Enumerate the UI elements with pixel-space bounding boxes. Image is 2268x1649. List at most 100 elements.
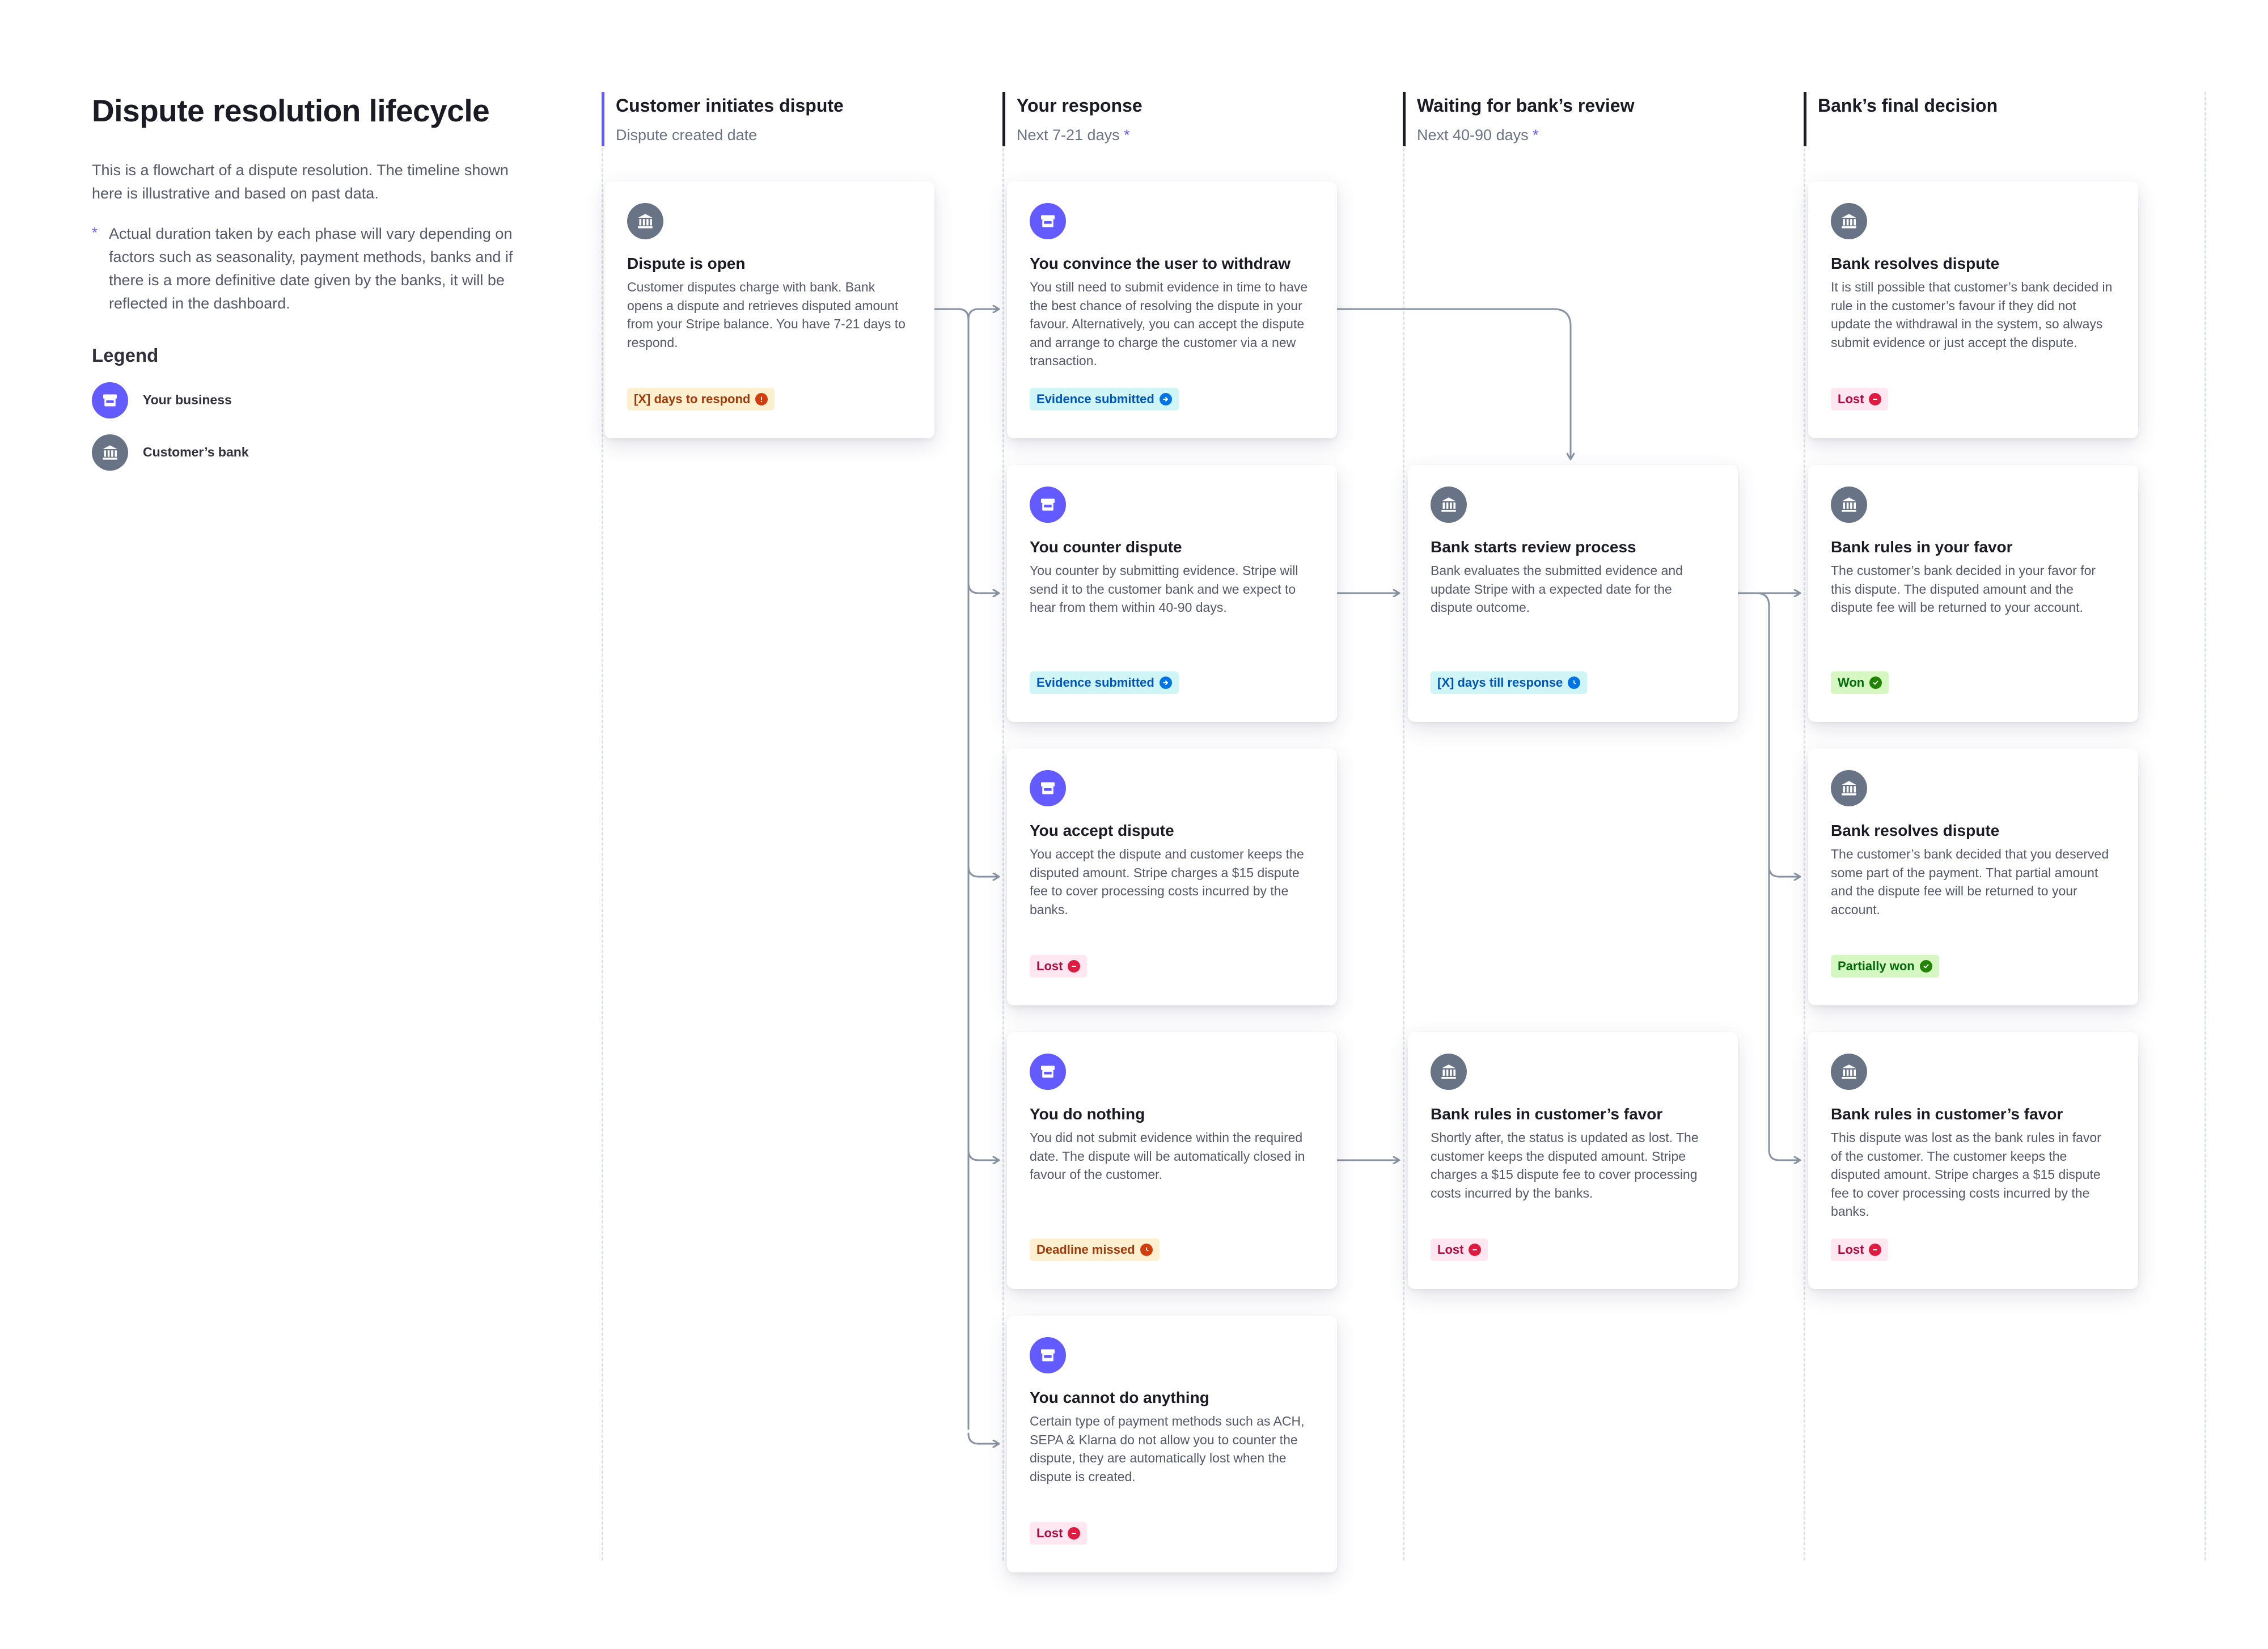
card-description: Bank evaluates the submitted evidence an…: [1431, 563, 1683, 615]
card-cannot-do-anything: You cannot do anything Certain type of p…: [1007, 1316, 1337, 1572]
column-subtitle: Next 7-21 days *: [1017, 126, 1130, 143]
connector: [967, 1149, 1000, 1160]
minus-icon: [1869, 1244, 1882, 1256]
bank-icon: [627, 203, 663, 239]
card-description: You accept the dispute and customer keep…: [1030, 847, 1304, 917]
clock-icon: [1568, 676, 1581, 689]
note-marker: *: [92, 223, 98, 241]
minus-icon: [1469, 1244, 1482, 1256]
store-icon: [1030, 770, 1066, 806]
card-title: Bank resolves dispute: [1831, 822, 2000, 839]
column-guide: [2204, 92, 2206, 1561]
status-badge: [X] days till response: [1431, 671, 1588, 694]
column-title: Customer initiates dispute: [616, 95, 844, 116]
column-header-decision: Bank’s final decision: [1804, 92, 1998, 146]
column-header-response: Your response Next 7-21 days *: [1002, 92, 1143, 146]
card-rules-customer-favor: Bank rules in customer’s favor Shortly a…: [1408, 1032, 1738, 1289]
connector: [1336, 308, 1571, 460]
connector: [967, 1432, 1000, 1444]
card-title: You accept dispute: [1030, 822, 1174, 839]
card-title: Bank resolves dispute: [1831, 255, 2000, 272]
store-icon: [1030, 1337, 1066, 1373]
connector: [1755, 592, 1801, 1160]
bank-icon: [1431, 1054, 1467, 1090]
column-subtitle: Next 40-90 days *: [1417, 126, 1539, 143]
bank-icon: [92, 434, 128, 471]
connector: [967, 582, 1000, 593]
store-icon: [92, 382, 128, 418]
connector: [957, 309, 1000, 320]
column-title: Your response: [1017, 95, 1143, 116]
alert-icon: [755, 393, 768, 405]
card-title: Bank starts review process: [1431, 538, 1636, 556]
card-description: Customer disputes charge with bank. Bank…: [627, 280, 905, 350]
legend-title: Legend: [92, 344, 159, 366]
column-guide: [1002, 92, 1004, 1561]
status-badge: Partially won: [1831, 955, 1939, 978]
arrow-right-icon: [1159, 676, 1172, 689]
column-title: Waiting for bank’s review: [1417, 95, 1635, 116]
column-subtitle: Dispute created date: [616, 126, 758, 143]
legend-label: Your business: [143, 392, 232, 407]
store-icon: [1030, 1054, 1066, 1090]
status-badge: Deadline missed: [1030, 1238, 1160, 1261]
card-dispute-open: Dispute is open Customer disputes charge…: [604, 181, 934, 438]
card-rules-customer-favor-final: Bank rules in customer’s favor This disp…: [1808, 1032, 2138, 1289]
status-badge: Lost: [1831, 388, 1889, 411]
card-review-process: Bank starts review process Bank evaluate…: [1408, 465, 1738, 722]
clock-icon: [1140, 1244, 1153, 1256]
timeline-marker: *: [1124, 126, 1130, 143]
card-description: This dispute was lost as the bank rules …: [1831, 1130, 2101, 1219]
legend-item-bank: Customer’s bank: [92, 434, 540, 471]
status-badge: [X] days to respond: [627, 388, 775, 411]
card-description: You did not submit evidence within the r…: [1030, 1130, 1305, 1182]
page-title: Dispute resolution lifecycle: [92, 93, 490, 128]
connector: [967, 865, 1000, 877]
card-resolves-dispute-lost: Bank resolves dispute It is still possib…: [1808, 181, 2138, 438]
card-accept-dispute: You accept dispute You accept the disput…: [1007, 749, 1337, 1005]
timeline-marker: *: [1533, 126, 1539, 143]
card-description: You counter by submitting evidence. Stri…: [1030, 563, 1298, 615]
check-icon: [1869, 676, 1882, 689]
intro-panel: Dispute resolution lifecycle This is a f…: [92, 94, 540, 471]
card-title: Bank rules in your favor: [1831, 538, 2013, 556]
column-header-review: Waiting for bank’s review Next 40-90 day…: [1403, 92, 1634, 146]
column-guide: [1804, 92, 1805, 1561]
bank-icon: [1431, 487, 1467, 523]
column-guide: [602, 92, 603, 1561]
card-title: Dispute is open: [627, 255, 746, 272]
status-badge: Lost: [1831, 1238, 1889, 1261]
status-badge: Lost: [1030, 1522, 1088, 1545]
arrow-right-icon: [1159, 393, 1172, 405]
status-badge: Won: [1831, 671, 1889, 694]
column-header-initiate: Customer initiates dispute Dispute creat…: [602, 92, 844, 146]
card-description: The customer’s bank decided that you des…: [1831, 847, 2109, 917]
bank-icon: [1831, 487, 1867, 523]
column-title: Bank’s final decision: [1818, 95, 1998, 116]
status-badge: Evidence submitted: [1030, 671, 1179, 694]
card-description: Shortly after, the status is updated as …: [1431, 1130, 1699, 1200]
column-guide: [1403, 92, 1404, 1561]
minus-icon: [1869, 393, 1882, 405]
card-title: You cannot do anything: [1030, 1389, 1209, 1406]
card-description: The customer’s bank decided in your favo…: [1831, 563, 2096, 615]
legend-item-business: Your business: [92, 382, 540, 418]
card-title: Bank rules in customer’s favor: [1831, 1105, 2063, 1123]
card-description: Certain type of payment methods such as …: [1030, 1414, 1305, 1484]
card-rules-your-favor: Bank rules in your favor The customer’s …: [1808, 465, 2138, 722]
note-text: Actual duration taken by each phase will…: [109, 225, 513, 312]
bank-icon: [1831, 203, 1867, 239]
card-resolves-dispute-partial: Bank resolves dispute The customer’s ban…: [1808, 749, 2138, 1005]
minus-icon: [1068, 960, 1081, 973]
intro-description: This is a flowchart of a dispute resolut…: [92, 161, 509, 202]
card-convince-withdraw: You convince the user to withdraw You st…: [1007, 181, 1337, 438]
card-description: You still need to submit evidence in tim…: [1030, 280, 1308, 368]
status-badge: Lost: [1030, 955, 1088, 978]
connector: [1768, 865, 1801, 877]
connector: [933, 308, 970, 1430]
intro-note: * Actual duration taken by each phase wi…: [92, 222, 534, 315]
check-icon: [1919, 960, 1932, 973]
store-icon: [1030, 203, 1066, 239]
card-title: Bank rules in customer’s favor: [1431, 1105, 1663, 1123]
status-badge: Lost: [1431, 1238, 1488, 1261]
